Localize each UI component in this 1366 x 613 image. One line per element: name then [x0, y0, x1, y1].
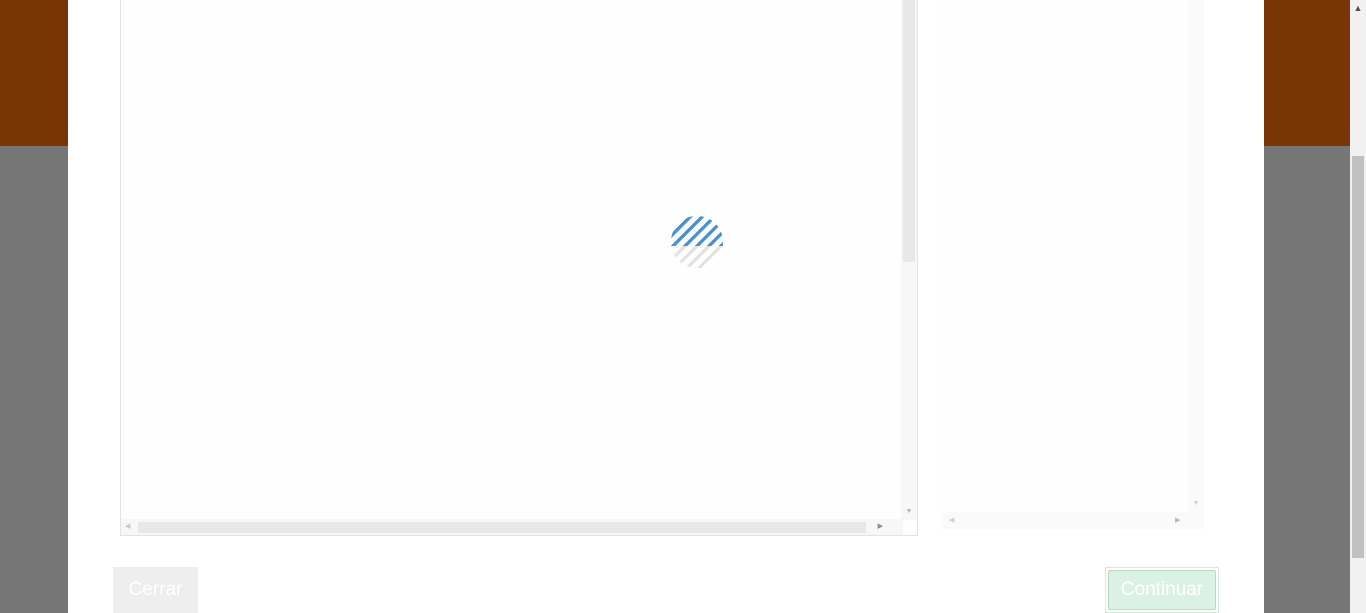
modal-dialog: ▼ ◀ ▶ ▼ ◀ ▶ Cerrar Continuar: [68, 0, 1264, 613]
scroll-down-arrow-icon[interactable]: ▼: [901, 506, 917, 518]
side-panel-vertical-scrollbar[interactable]: ▼: [1188, 0, 1204, 512]
side-panel-horizontal-scrollbar[interactable]: ◀ ▶: [942, 512, 1204, 529]
viewer-horizontal-scrollbar[interactable]: ◀ ▶: [121, 519, 903, 535]
viewer-vertical-scrollbar[interactable]: ▼: [901, 0, 917, 520]
viewer-vertical-scrollbar-thumb[interactable]: [903, 0, 915, 262]
document-viewer[interactable]: ▼ ◀ ▶: [120, 0, 918, 536]
continue-button-focus-ring: Continuar: [1105, 567, 1219, 613]
close-button[interactable]: Cerrar: [113, 567, 198, 613]
scroll-down-arrow-icon[interactable]: ▼: [1188, 498, 1204, 510]
scroll-left-arrow-icon[interactable]: ◀: [125, 519, 130, 535]
viewer-horizontal-scrollbar-thumb[interactable]: [138, 522, 866, 533]
page-scrollbar[interactable]: ▲: [1350, 0, 1366, 613]
side-panel[interactable]: ▼ ◀ ▶: [942, 0, 1204, 530]
scroll-right-arrow-icon[interactable]: ▶: [1175, 512, 1180, 529]
page-scrollbar-thumb[interactable]: [1352, 156, 1364, 558]
striped-loading-icon: [671, 216, 723, 268]
scroll-left-arrow-icon[interactable]: ◀: [949, 512, 954, 529]
scroll-right-arrow-icon[interactable]: ▶: [878, 519, 883, 535]
scroll-up-arrow-icon[interactable]: ▲: [1350, 0, 1366, 16]
continue-button[interactable]: Continuar: [1108, 570, 1216, 610]
